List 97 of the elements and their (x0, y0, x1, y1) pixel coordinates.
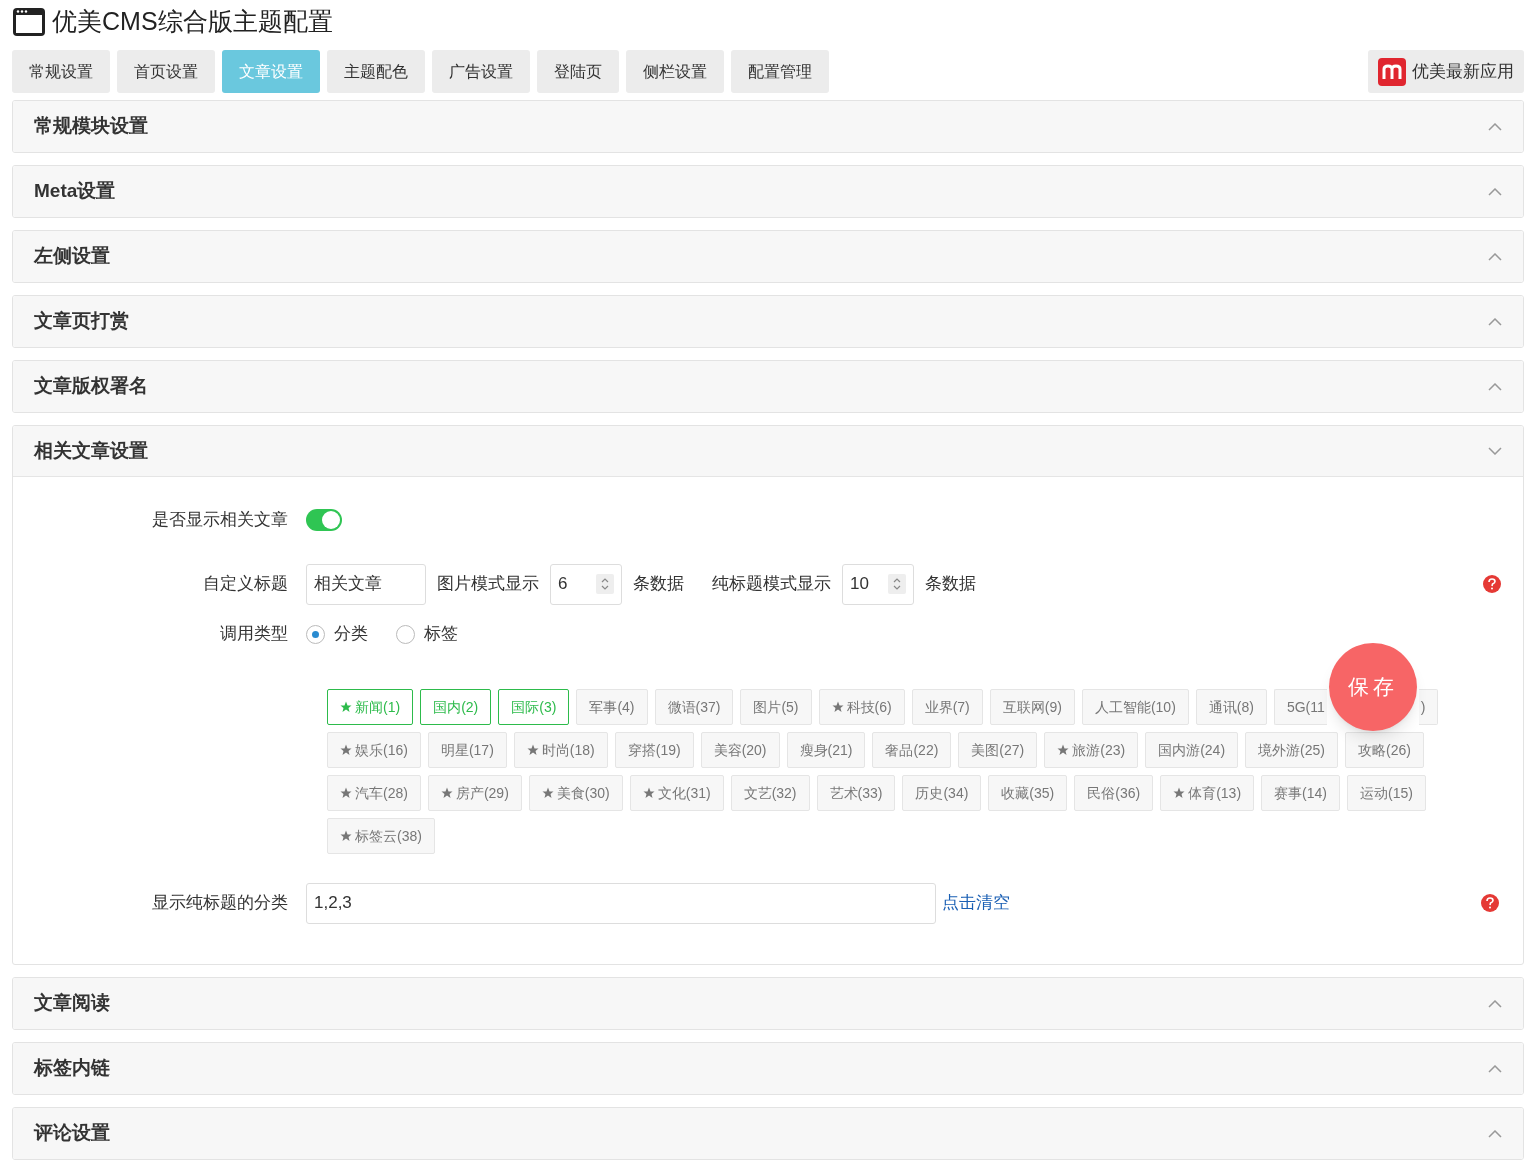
category-tag[interactable]: 军事(4) (576, 689, 648, 725)
category-tag[interactable]: 新闻(1) (327, 689, 414, 725)
section-header[interactable]: 左侧设置 (13, 231, 1523, 282)
chevron-up-icon (1488, 1129, 1502, 1138)
category-tag[interactable]: 美食(30) (528, 775, 623, 811)
radio-option[interactable]: 分类 (306, 621, 368, 647)
category-tag[interactable]: 民俗(36) (1074, 775, 1154, 811)
category-tag[interactable]: 通讯(8) (1195, 689, 1267, 725)
field-label: 显示纯标题的分类 (151, 892, 289, 915)
save-button[interactable]: 保存 (1328, 643, 1417, 731)
chevron-up-icon (1488, 382, 1502, 391)
category-tag[interactable]: ) (1418, 689, 1439, 725)
tab[interactable]: 广告设置 (432, 50, 530, 93)
category-tag[interactable]: 微语(37) (654, 689, 734, 725)
tab[interactable]: 登陆页 (537, 50, 619, 93)
unit-text: 条数据 (633, 573, 684, 596)
unit-text: 条数据 (925, 573, 976, 596)
clear-link[interactable]: 点击清空 (942, 890, 1010, 916)
section-title: 文章阅读 (34, 991, 110, 1016)
category-tag[interactable]: 5G(11 (1273, 689, 1327, 725)
category-tag[interactable]: 人工智能(10) (1081, 689, 1189, 725)
chevron-down-icon (1488, 447, 1502, 455)
category-tag[interactable]: 美图(27) (958, 732, 1038, 768)
tab[interactable]: 配置管理 (731, 50, 829, 93)
section-title: 常规模块设置 (34, 114, 148, 139)
category-tag[interactable]: 穿搭(19) (614, 732, 694, 768)
chevron-up-icon (1488, 252, 1502, 261)
category-tag[interactable]: 汽车(28) (327, 775, 421, 811)
section-header[interactable]: 相关文章设置 (13, 426, 1523, 477)
section-header[interactable]: 常规模块设置 (13, 101, 1523, 152)
category-tag[interactable]: 旅游(23) (1044, 732, 1139, 768)
category-tag[interactable]: 美容(20) (700, 732, 780, 768)
section-header[interactable]: 评论设置 (13, 1108, 1523, 1159)
section-header[interactable]: 标签内链 (13, 1043, 1523, 1094)
category-tag[interactable]: 境外游(25) (1245, 732, 1338, 768)
page-title: 优美CMS综合版主题配置 (52, 6, 333, 38)
toggle-switch[interactable] (306, 509, 342, 531)
app-logo-icon (1378, 57, 1406, 86)
category-tag[interactable]: 明星(17) (427, 732, 507, 768)
field-label: 图片模式显示 (437, 573, 539, 596)
tab[interactable]: 首页设置 (117, 50, 215, 93)
field-label: 纯标题模式显示 (712, 573, 831, 596)
app-button[interactable]: 优美最新应用 (1368, 50, 1524, 93)
category-tag[interactable]: 国内游(24) (1145, 732, 1239, 768)
tab[interactable]: 侧栏设置 (626, 50, 724, 93)
number-input[interactable]: 6 (550, 563, 622, 605)
section-title: 相关文章设置 (34, 438, 148, 463)
tab[interactable]: 主题配色 (327, 50, 425, 93)
section-title: 评论设置 (34, 1121, 110, 1146)
section-header[interactable]: 文章阅读 (13, 978, 1523, 1029)
chevron-up-icon (1488, 317, 1502, 326)
category-tag[interactable]: 攻略(26) (1344, 732, 1424, 768)
section-title: 文章页打赏 (34, 309, 129, 334)
field-label: 是否显示相关文章 (151, 509, 289, 532)
chevron-up-icon (1488, 187, 1502, 196)
chevron-up-icon (1488, 999, 1502, 1008)
category-tag[interactable]: 时尚(18) (513, 732, 608, 768)
section-title: 文章版权署名 (34, 374, 148, 399)
help-icon[interactable] (1481, 894, 1499, 912)
category-tag[interactable]: 艺术(33) (816, 775, 896, 811)
chevron-up-icon (1488, 1064, 1502, 1073)
category-tag[interactable]: 文化(31) (629, 775, 724, 811)
section-title: 标签内链 (34, 1056, 110, 1081)
category-tag[interactable]: 互联网(9) (989, 689, 1075, 725)
radio-option[interactable]: 标签 (396, 621, 458, 647)
category-tag[interactable]: 收藏(35) (988, 775, 1068, 811)
category-tag[interactable]: 历史(34) (902, 775, 982, 811)
spinner-icon[interactable] (596, 574, 614, 594)
section-header[interactable]: 文章版权署名 (13, 361, 1523, 412)
field-label: 自定义标题 (202, 573, 289, 596)
category-input[interactable]: 1,2,3 (306, 882, 936, 924)
title-input[interactable]: 相关文章 (306, 563, 426, 605)
category-tag[interactable]: 业界(7) (911, 689, 983, 725)
chevron-up-icon (1488, 122, 1502, 131)
section-header[interactable]: 文章页打赏 (13, 296, 1523, 347)
category-tag[interactable]: 瘦身(21) (786, 732, 866, 768)
category-tag[interactable]: 国际(3) (498, 689, 570, 725)
help-icon[interactable] (1483, 575, 1501, 593)
category-tag[interactable]: 国内(2) (420, 689, 492, 725)
category-tag[interactable]: 运动(15) (1346, 775, 1426, 811)
category-tag[interactable]: 赛事(14) (1261, 775, 1340, 811)
spinner-icon[interactable] (888, 574, 906, 594)
section-header[interactable]: Meta设置 (13, 166, 1523, 217)
category-tag[interactable]: 文艺(32) (730, 775, 810, 811)
number-input[interactable]: 10 (842, 563, 914, 605)
category-tag[interactable]: 娱乐(16) (327, 732, 421, 768)
category-tag[interactable]: 图片(5) (740, 689, 812, 725)
field-label: 调用类型 (219, 623, 289, 646)
category-tag[interactable]: 标签云(38) (327, 818, 435, 854)
section-title: 左侧设置 (34, 244, 110, 269)
window-icon (12, 7, 46, 37)
category-tag[interactable]: 科技(6) (818, 689, 905, 725)
category-tag[interactable]: 体育(13) (1160, 775, 1255, 811)
tab[interactable]: 常规设置 (12, 50, 110, 93)
category-tag[interactable]: 奢品(22) (872, 732, 952, 768)
section-title: Meta设置 (34, 179, 116, 204)
category-tag[interactable]: 房产(29) (427, 775, 522, 811)
